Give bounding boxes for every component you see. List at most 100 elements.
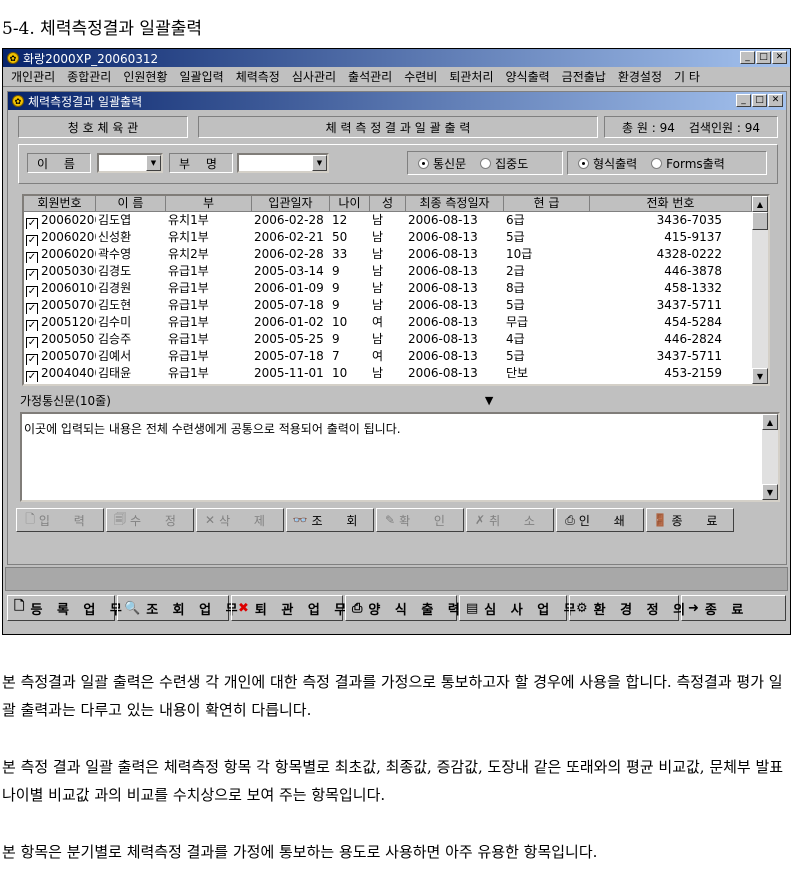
menu-item-members[interactable]: 인원현황 xyxy=(117,68,173,85)
maximize-button[interactable]: □ xyxy=(756,51,771,64)
row-checkbox[interactable]: ✓ xyxy=(26,354,38,365)
confirm-button[interactable]: ✎ 확 인 xyxy=(376,508,464,532)
input-button[interactable]: 🗋 입 력 xyxy=(16,508,104,532)
table-cell: 5급 xyxy=(506,298,525,312)
app-titlebar[interactable]: ✿ 화랑2000XP_20060312 _ □ ✕ xyxy=(3,49,790,67)
table-row[interactable]: ✓200602003곽수영 유치2부 2006-02-28 33 남 2006-08-13… xyxy=(24,246,768,263)
grid-scrollbar[interactable]: ▲ ▼ xyxy=(752,196,768,384)
col-header-gender[interactable]: 성 xyxy=(370,196,406,212)
print-button[interactable]: ⎙ 인 쇄 xyxy=(556,508,644,532)
menu-item-withdrawal[interactable]: 퇴관처리 xyxy=(443,68,499,85)
row-checkbox[interactable]: ✓ xyxy=(26,303,38,314)
radio-focus[interactable]: 집중도 xyxy=(480,155,528,172)
table-cell: 2006-02-21 xyxy=(254,230,324,244)
col-header-name[interactable]: 이 름 xyxy=(96,196,166,212)
col-header-age[interactable]: 나이 xyxy=(330,196,370,212)
scroll-thumb[interactable] xyxy=(752,212,768,230)
child-minimize-button[interactable]: _ xyxy=(736,94,751,107)
menu-item-fees[interactable]: 수련비 xyxy=(398,68,443,85)
menu-item-forms[interactable]: 양식출력 xyxy=(500,68,556,85)
edit-button[interactable]: 🗐 수 정 xyxy=(106,508,194,532)
table-row[interactable]: ✓200601003김경원 유급1부 2006-01-09 9 남 2006-08-13 8… xyxy=(24,280,768,297)
row-checkbox[interactable]: ✓ xyxy=(26,269,38,280)
table-cell: 50 xyxy=(332,230,348,244)
withdrawal-task-button[interactable]: ✖ 퇴 관 업 무 xyxy=(231,595,346,621)
table-row[interactable]: ✓200602004김도엽 유치1부 2006-02-28 12 남 2006-08-13… xyxy=(24,212,768,229)
row-checkbox[interactable]: ✓ xyxy=(26,286,38,297)
register-task-button[interactable]: 🗋 등 록 업 무 xyxy=(7,595,122,621)
name-label: 이 름 xyxy=(27,153,91,173)
exam-task-button[interactable]: ▤ 심 사 업 무 xyxy=(459,595,576,621)
main-exit-button[interactable]: ➜ 종 료 xyxy=(681,595,786,621)
scroll-down-icon[interactable]: ▼ xyxy=(762,484,778,500)
table-cell: 2급 xyxy=(506,264,525,278)
child-titlebar[interactable]: ✿ 체력측정결과 일괄출력 _ □ ✕ xyxy=(8,92,786,110)
edit-doc-icon: 🗐 xyxy=(114,511,127,526)
table-cell: 유급1부 xyxy=(168,281,209,295)
col-header-dept[interactable]: 부 xyxy=(166,196,252,212)
form-print-button[interactable]: ⎙ 양 식 출 력 xyxy=(345,595,460,621)
menu-item-fitness[interactable]: 체력측정 xyxy=(230,68,286,85)
col-header-phone[interactable]: 전화 번호 xyxy=(590,196,752,212)
name-combo[interactable]: ▼ xyxy=(97,153,163,173)
table-row[interactable]: ✓200507002김예서 유급1부 2005-07-18 7 여 2006-08-13 5… xyxy=(24,348,768,365)
table-row[interactable]: ✓200505013김승주 유급1부 2005-05-25 9 남 2006-08-13 4… xyxy=(24,331,768,348)
dept-combo[interactable]: ▼ xyxy=(237,153,329,173)
cancel-button[interactable]: ✗ 취 소 xyxy=(466,508,554,532)
chevron-down-icon[interactable]: ▼ xyxy=(312,155,327,171)
chevron-down-icon[interactable]: ▼ xyxy=(146,155,161,171)
menu-item-general[interactable]: 종합관리 xyxy=(61,68,117,85)
close-button[interactable]: ✕ xyxy=(772,51,787,64)
col-header-last-date[interactable]: 최종 측정일자 xyxy=(406,196,504,212)
row-checkbox[interactable]: ✓ xyxy=(26,252,38,263)
env-settings-button[interactable]: ⚙ 환 경 정 의 xyxy=(569,595,685,621)
radio-format-output[interactable]: 형식출력 xyxy=(578,155,637,172)
menu-item-attendance[interactable]: 출석관리 xyxy=(342,68,398,85)
col-header-member-no[interactable]: 회원번호 xyxy=(24,196,96,212)
minimize-button[interactable]: _ xyxy=(740,51,755,64)
table-cell: 남 xyxy=(372,332,384,346)
search-task-button[interactable]: 🔍 조 회 업 무 xyxy=(117,595,238,621)
row-checkbox[interactable]: ✓ xyxy=(26,235,38,246)
table-row[interactable]: ✓200512003김수미 유급1부 2006-01-02 10 여 2006-08-13… xyxy=(24,314,768,331)
exit-button[interactable]: 🚪 종 료 xyxy=(646,508,734,532)
search-count: 검색인원 : 94 xyxy=(688,120,760,135)
radio-newsletter[interactable]: 통신문 xyxy=(418,155,466,172)
col-header-rank[interactable]: 현 급 xyxy=(504,196,590,212)
row-checkbox[interactable]: ✓ xyxy=(26,371,38,382)
scroll-up-icon[interactable]: ▲ xyxy=(752,196,768,212)
table-cell: 김도현 xyxy=(98,298,132,312)
memo-scrollbar[interactable]: ▲ ▼ xyxy=(762,414,778,500)
radio-forms-output[interactable]: Forms출력 xyxy=(651,155,725,172)
menu-item-cash[interactable]: 금전출납 xyxy=(556,68,612,85)
table-cell: 남 xyxy=(372,366,384,380)
table-row[interactable]: ✓200602001신성환 유치1부 2006-02-21 50 남 2006-08-13… xyxy=(24,229,768,246)
menu-item-etc[interactable]: 기 타 xyxy=(668,68,706,85)
triangle-down-icon[interactable]: ▼ xyxy=(485,394,493,407)
paragraph-2: 본 측정 결과 일괄 출력은 체력측정 항목 각 항목별로 최초값, 최종값, … xyxy=(2,758,784,804)
col-header-join-date[interactable]: 입관일자 xyxy=(252,196,330,212)
table-cell: 2006-02-28 xyxy=(254,247,324,261)
child-maximize-button[interactable]: □ xyxy=(752,94,767,107)
table-row[interactable]: ✓200503006김경도 유급1부 2005-03-14 9 남 2006-08-13 2… xyxy=(24,263,768,280)
child-close-button[interactable]: ✕ xyxy=(768,94,783,107)
menu-item-exam[interactable]: 심사관리 xyxy=(286,68,342,85)
row-checkbox[interactable]: ✓ xyxy=(26,218,38,229)
menu-item-settings[interactable]: 환경설정 xyxy=(612,68,668,85)
dept-label: 부 명 xyxy=(169,153,233,173)
action-toolbar: 🗋 입 력 🗐 수 정 ✕ 삭 제 👓 조 회 ✎ 확 인 ✗ 취 소 ⎙ 인 쇄 🚪 종 료 xyxy=(14,508,782,534)
menu-item-batch-input[interactable]: 일괄입력 xyxy=(174,68,230,85)
delete-button[interactable]: ✕ 삭 제 xyxy=(196,508,284,532)
scroll-down-icon[interactable]: ▼ xyxy=(752,368,768,384)
row-checkbox[interactable]: ✓ xyxy=(26,337,38,348)
search-button[interactable]: 👓 조 회 xyxy=(286,508,374,532)
member-grid[interactable]: 회원번호 이 름 부 입관일자 나이 성 최종 측정일자 현 급 전화 번호 ✓… xyxy=(22,194,770,386)
table-cell: ✓200512003 xyxy=(26,315,96,331)
form-title-label: 체 력 측 정 결 과 일 괄 출 력 xyxy=(198,116,598,138)
memo-textarea[interactable]: 이곳에 입력되는 내용은 전체 수련생에게 공통으로 적용되어 출력이 됩니다.… xyxy=(20,412,780,502)
table-row[interactable]: ✓200507001김도현 유급1부 2005-07-18 9 남 2006-08-13 5… xyxy=(24,297,768,314)
table-row[interactable]: ✓200404007김태윤 유급1부 2005-11-01 10 남 2006-08-13… xyxy=(24,365,768,382)
row-checkbox[interactable]: ✓ xyxy=(26,320,38,331)
scroll-up-icon[interactable]: ▲ xyxy=(762,414,778,430)
menu-item-personal[interactable]: 개인관리 xyxy=(5,68,61,85)
